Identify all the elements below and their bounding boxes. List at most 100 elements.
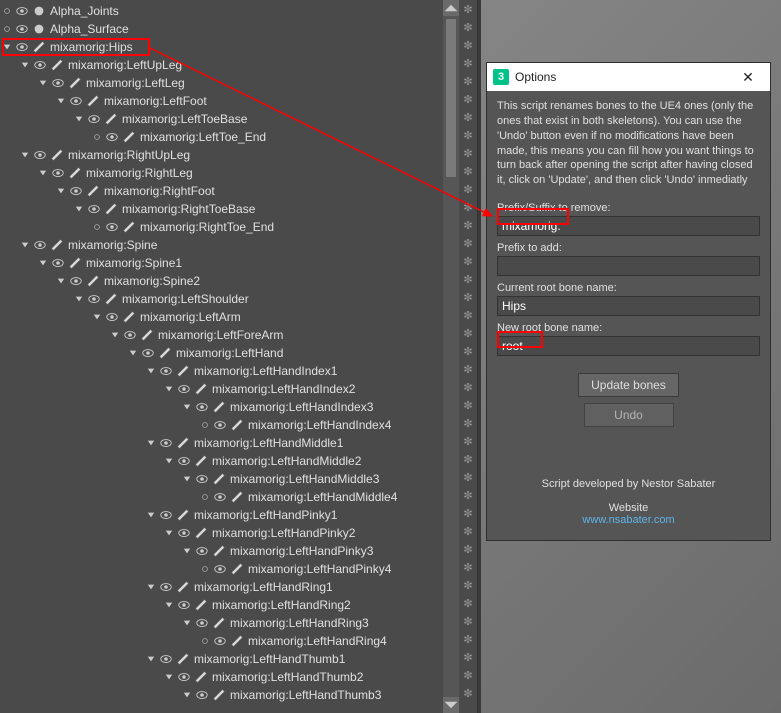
visibility-eye-icon[interactable]	[104, 129, 120, 145]
tree-expand-arrow-icon[interactable]	[38, 168, 48, 178]
freeze-snowflake-icon[interactable]: ✼	[459, 486, 477, 504]
freeze-snowflake-icon[interactable]: ✼	[459, 234, 477, 252]
tree-row[interactable]: mixamorig:LeftHandPinky2	[2, 524, 477, 542]
tree-expand-arrow-icon[interactable]	[20, 60, 30, 70]
visibility-eye-icon[interactable]	[32, 237, 48, 253]
visibility-eye-icon[interactable]	[68, 93, 84, 109]
freeze-snowflake-icon[interactable]: ✼	[459, 144, 477, 162]
website-link[interactable]: www.nsabater.com	[582, 514, 674, 526]
freeze-snowflake-icon[interactable]: ✼	[459, 612, 477, 630]
tree-expand-arrow-icon[interactable]	[74, 204, 84, 214]
visibility-eye-icon[interactable]	[122, 327, 138, 343]
tree-expand-arrow-icon[interactable]	[146, 366, 156, 376]
tree-row[interactable]: mixamorig:LeftHandThumb2	[2, 668, 477, 686]
tree-row[interactable]: mixamorig:LeftHandRing3	[2, 614, 477, 632]
freeze-snowflake-icon[interactable]: ✼	[459, 162, 477, 180]
tree-expand-arrow-icon[interactable]	[20, 240, 30, 250]
tree-expand-arrow-icon[interactable]	[2, 42, 12, 52]
tree-row[interactable]: mixamorig:LeftHandRing1	[2, 578, 477, 596]
tree-expand-arrow-icon[interactable]	[146, 582, 156, 592]
tree-row[interactable]: mixamorig:LeftHandMiddle1	[2, 434, 477, 452]
freeze-snowflake-icon[interactable]: ✼	[459, 504, 477, 522]
freeze-snowflake-icon[interactable]: ✼	[459, 648, 477, 666]
tree-row[interactable]: mixamorig:LeftToe_End	[2, 128, 477, 146]
freeze-snowflake-icon[interactable]: ✼	[459, 378, 477, 396]
visibility-eye-icon[interactable]	[194, 471, 210, 487]
tree-row[interactable]: mixamorig:Spine2	[2, 272, 477, 290]
update-bones-button[interactable]: Update bones	[578, 373, 679, 397]
visibility-eye-icon[interactable]	[14, 21, 30, 37]
visibility-eye-icon[interactable]	[176, 381, 192, 397]
scroll-up-button[interactable]	[443, 0, 459, 16]
visibility-eye-icon[interactable]	[86, 201, 102, 217]
visibility-eye-icon[interactable]	[158, 363, 174, 379]
visibility-eye-icon[interactable]	[158, 579, 174, 595]
visibility-eye-icon[interactable]	[86, 111, 102, 127]
visibility-eye-icon[interactable]	[104, 219, 120, 235]
tree-row[interactable]: Alpha_Surface	[2, 20, 477, 38]
visibility-eye-icon[interactable]	[194, 687, 210, 703]
freeze-snowflake-icon[interactable]: ✼	[459, 36, 477, 54]
visibility-eye-icon[interactable]	[176, 525, 192, 541]
undo-button[interactable]: Undo	[584, 403, 674, 427]
tree-expand-arrow-icon[interactable]	[164, 456, 174, 466]
prefix-remove-input[interactable]	[497, 216, 760, 236]
tree-expand-arrow-icon[interactable]	[56, 186, 66, 196]
tree-expand-arrow-icon[interactable]	[38, 258, 48, 268]
tree-expand-arrow-icon[interactable]	[182, 546, 192, 556]
freeze-snowflake-icon[interactable]: ✼	[459, 432, 477, 450]
visibility-eye-icon[interactable]	[140, 345, 156, 361]
tree-row[interactable]: mixamorig:LeftUpLeg	[2, 56, 477, 74]
visibility-eye-icon[interactable]	[14, 39, 30, 55]
tree-row[interactable]: mixamorig:RightToeBase	[2, 200, 477, 218]
freeze-snowflake-icon[interactable]: ✼	[459, 198, 477, 216]
visibility-eye-icon[interactable]	[176, 669, 192, 685]
tree-row[interactable]: mixamorig:LeftHandPinky1	[2, 506, 477, 524]
freeze-snowflake-icon[interactable]: ✼	[459, 576, 477, 594]
close-button[interactable]: ✕	[732, 63, 764, 91]
tree-expand-arrow-icon[interactable]	[92, 312, 102, 322]
tree-row[interactable]: mixamorig:RightLeg	[2, 164, 477, 182]
hierarchy-tree[interactable]: Alpha_JointsAlpha_Surfacemixamorig:Hipsm…	[0, 0, 477, 706]
tree-expand-arrow-icon[interactable]	[146, 510, 156, 520]
freeze-snowflake-icon[interactable]: ✼	[459, 360, 477, 378]
tree-row[interactable]: mixamorig:RightFoot	[2, 182, 477, 200]
tree-row[interactable]: mixamorig:LeftHandMiddle2	[2, 452, 477, 470]
visibility-eye-icon[interactable]	[212, 489, 228, 505]
freeze-snowflake-icon[interactable]: ✼	[459, 414, 477, 432]
visibility-eye-icon[interactable]	[32, 57, 48, 73]
visibility-eye-icon[interactable]	[176, 453, 192, 469]
freeze-snowflake-icon[interactable]: ✼	[459, 72, 477, 90]
tree-row[interactable]: mixamorig:LeftHandIndex2	[2, 380, 477, 398]
visibility-eye-icon[interactable]	[194, 615, 210, 631]
tree-row[interactable]: mixamorig:LeftHandRing4	[2, 632, 477, 650]
visibility-eye-icon[interactable]	[194, 399, 210, 415]
freeze-snowflake-icon[interactable]: ✼	[459, 342, 477, 360]
tree-expand-arrow-icon[interactable]	[56, 276, 66, 286]
freeze-snowflake-icon[interactable]: ✼	[459, 288, 477, 306]
tree-expand-arrow-icon[interactable]	[182, 690, 192, 700]
tree-row[interactable]: mixamorig:LeftHandThumb1	[2, 650, 477, 668]
scroll-thumb[interactable]	[445, 18, 457, 178]
visibility-eye-icon[interactable]	[86, 291, 102, 307]
dialog-titlebar[interactable]: 3 Options ✕	[487, 63, 770, 91]
visibility-eye-icon[interactable]	[194, 543, 210, 559]
visibility-eye-icon[interactable]	[50, 75, 66, 91]
visibility-eye-icon[interactable]	[68, 183, 84, 199]
visibility-eye-icon[interactable]	[212, 633, 228, 649]
visibility-eye-icon[interactable]	[104, 309, 120, 325]
tree-row[interactable]: mixamorig:LeftHand	[2, 344, 477, 362]
freeze-snowflake-icon[interactable]: ✼	[459, 90, 477, 108]
freeze-snowflake-icon[interactable]: ✼	[459, 108, 477, 126]
tree-row[interactable]: mixamorig:RightToe_End	[2, 218, 477, 236]
visibility-eye-icon[interactable]	[68, 273, 84, 289]
tree-row[interactable]: mixamorig:LeftHandIndex3	[2, 398, 477, 416]
tree-expand-arrow-icon[interactable]	[182, 474, 192, 484]
current-root-input[interactable]	[497, 296, 760, 316]
visibility-eye-icon[interactable]	[212, 561, 228, 577]
tree-expand-arrow-icon[interactable]	[164, 528, 174, 538]
freeze-snowflake-icon[interactable]: ✼	[459, 324, 477, 342]
tree-expand-arrow-icon[interactable]	[128, 348, 138, 358]
freeze-snowflake-icon[interactable]: ✼	[459, 54, 477, 72]
tree-row[interactable]: mixamorig:RightUpLeg	[2, 146, 477, 164]
